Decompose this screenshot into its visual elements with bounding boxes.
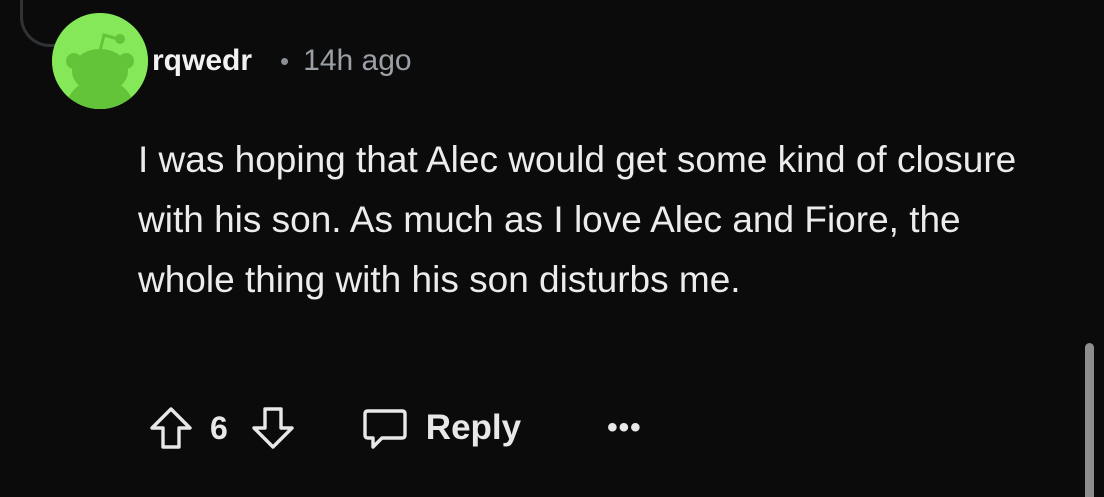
downvote-button[interactable] [250,405,296,451]
upvote-arrow-icon [150,407,192,449]
username[interactable]: rqwedr [152,44,252,78]
reply-label: Reply [425,408,522,447]
upvote-button[interactable] [148,405,194,451]
timestamp: 14h ago [303,44,412,77]
vote-score: 6 [210,409,228,446]
speech-bubble-icon [363,409,407,449]
comment-screen: rqwedr • 14h ago I was hoping that Alec … [0,0,1104,497]
comment-body: I was hoping that Alec would get some ki… [138,139,1017,300]
comment-actions: 6 Reply ••• [148,402,642,454]
scrollbar[interactable] [1085,343,1094,497]
reply-button[interactable]: Reply [362,405,521,451]
comment-header: rqwedr • 14h ago [152,38,412,84]
downvote-arrow-icon [252,407,294,449]
meta-separator: • [280,45,290,76]
more-options-button[interactable]: ••• [607,413,642,443]
user-avatar[interactable] [52,13,148,109]
snoo-avatar-icon [52,13,148,109]
